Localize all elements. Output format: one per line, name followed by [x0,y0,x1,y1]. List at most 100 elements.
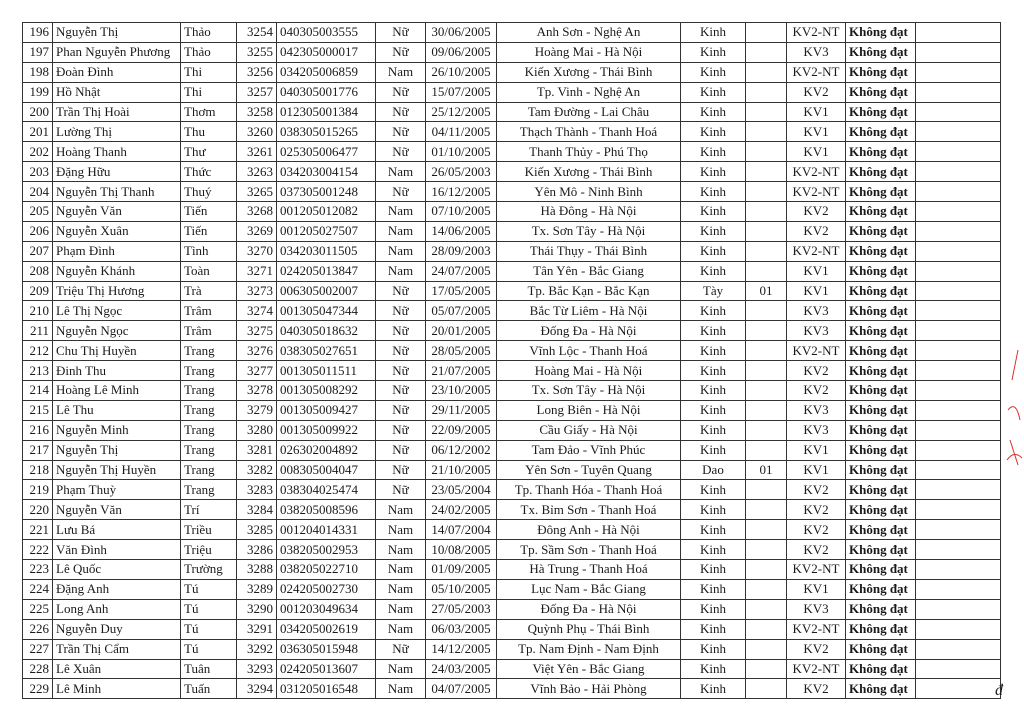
cell-ghi-chu [915,459,1001,481]
cell-cccd: 006305002007 [276,280,376,302]
cell-stt: 218 [22,459,53,481]
cell-gioi-tinh: Nam [375,618,426,640]
cell-dan-toc: Kinh [680,399,746,421]
cell-ghi-chu [915,181,1001,203]
cell-dan-toc: Kinh [680,201,746,222]
cell-ho-dem: Nguyễn Thị Huyền [52,459,181,481]
cell-ngay-sinh: 05/10/2005 [425,578,497,600]
cell-ket-qua: Không đạt [845,578,916,600]
cell-noi-sinh: Việt Yên - Bắc Giang [496,658,681,680]
cell-gioi-tinh: Nữ [375,459,426,481]
cell-sbd: 3284 [236,499,277,521]
cell-ghi-chu [915,519,1001,541]
cell-ghi-chu [915,121,1001,143]
cell-noi-sinh: Hoàng Mai - Hà Nội [496,41,681,63]
cell-noi-sinh: Hà Trung - Thanh Hoá [496,559,681,580]
cell-ghi-chu [915,658,1001,680]
cell-ghi-chu [915,101,1001,123]
cell-doi-tuong [745,598,787,620]
cell-dan-toc: Dao [680,459,746,481]
cell-cccd: 040305018632 [276,320,376,342]
cell-stt: 224 [22,578,53,600]
cell-gioi-tinh: Nữ [375,360,426,382]
cell-cccd: 034205002619 [276,618,376,640]
cell-sbd: 3274 [236,300,277,322]
cell-noi-sinh: Yên Mô - Ninh Bình [496,181,681,203]
cell-dan-toc: Kinh [680,22,746,43]
cell-sbd: 3268 [236,201,277,222]
cell-doi-tuong [745,519,787,541]
cell-ten: Tiến [180,220,237,242]
cell-dan-toc: Tày [680,280,746,302]
cell-noi-sinh: Anh Sơn - Nghệ An [496,22,681,43]
cell-doi-tuong: 01 [745,280,787,302]
cell-ten: Trang [180,340,237,362]
cell-ho-dem: Lê Thị Ngọc [52,300,181,322]
cell-ket-qua: Không đạt [845,360,916,382]
cell-gioi-tinh: Nữ [375,380,426,401]
cell-gioi-tinh: Nữ [375,181,426,203]
cell-dan-toc: Kinh [680,61,746,83]
cell-stt: 205 [22,201,53,222]
cell-stt: 216 [22,419,53,441]
cell-dan-toc: Kinh [680,240,746,262]
cell-dan-toc: Kinh [680,439,746,461]
cell-noi-sinh: Tp. Sầm Sơn - Thanh Hoá [496,539,681,561]
cell-sbd: 3257 [236,81,277,103]
cell-ten: Trang [180,360,237,382]
cell-ho-dem: Nguyễn Duy [52,618,181,640]
cell-dan-toc: Kinh [680,380,746,401]
cell-cccd: 001305009922 [276,419,376,441]
cell-noi-sinh: Vĩnh Bảo - Hải Phòng [496,678,681,700]
table-row: 221 Lưu Bá Triều 3285 001204014331 Nam 14/07/2… [22,519,1001,541]
cell-khu-vuc: KV2 [786,201,846,222]
cell-ngay-sinh: 28/05/2005 [425,340,497,362]
cell-ten: Trang [180,479,237,501]
cell-khu-vuc: KV2 [786,220,846,242]
cell-doi-tuong [745,559,787,580]
cell-ghi-chu [915,539,1001,561]
cell-gioi-tinh: Nữ [375,439,426,461]
table-row: 212 Chu Thị Huyền Trang 3276 038305027651 Nữ 2… [22,340,1001,362]
cell-cccd: 038205002953 [276,539,376,561]
cell-cccd: 001203049634 [276,598,376,620]
cell-gioi-tinh: Nữ [375,300,426,322]
table-row: 207 Phạm Đình Tình 3270 034203011505 Nam 28/09… [22,240,1001,262]
cell-cccd: 038305015265 [276,121,376,143]
cell-stt: 220 [22,499,53,521]
cell-gioi-tinh: Nam [375,519,426,541]
cell-ket-qua: Không đạt [845,419,916,441]
cell-ngay-sinh: 04/07/2005 [425,678,497,700]
table-body: 196 Nguyễn Thị Thảo 3254 040305003555 Nữ 30/06… [22,22,1001,700]
cell-sbd: 3281 [236,439,277,461]
cell-khu-vuc: KV1 [786,459,846,481]
cell-ten: Thảo [180,41,237,63]
cell-ten: Trang [180,419,237,441]
cell-sbd: 3270 [236,240,277,262]
cell-sbd: 3285 [236,519,277,541]
cell-khu-vuc: KV1 [786,280,846,302]
cell-cccd: 026302004892 [276,439,376,461]
table-row: 200 Trần Thị Hoài Thơm 3258 012305001384 Nữ 25… [22,101,1001,123]
cell-ho-dem: Nguyễn Thị Thanh [52,181,181,203]
cell-ngay-sinh: 05/07/2005 [425,300,497,322]
cell-ho-dem: Lường Thị [52,121,181,143]
cell-gioi-tinh: Nam [375,220,426,242]
table-row: 213 Đinh Thu Trang 3277 001305011511 Nữ 21/07/… [22,360,1001,382]
cell-sbd: 3290 [236,598,277,620]
cell-khu-vuc: KV2-NT [786,61,846,83]
cell-ngay-sinh: 06/12/2002 [425,439,497,461]
cell-ket-qua: Không đạt [845,380,916,401]
cell-sbd: 3292 [236,638,277,660]
cell-noi-sinh: Yên Sơn - Tuyên Quang [496,459,681,481]
cell-ngay-sinh: 06/03/2005 [425,618,497,640]
cell-ghi-chu [915,320,1001,342]
cell-ket-qua: Không đạt [845,618,916,640]
cell-ghi-chu [915,399,1001,421]
cell-stt: 199 [22,81,53,103]
cell-stt: 215 [22,399,53,421]
cell-noi-sinh: Tx. Bỉm Sơn - Thanh Hoá [496,499,681,521]
cell-ten: Tiến [180,201,237,222]
cell-noi-sinh: Tam Đảo - Vĩnh Phúc [496,439,681,461]
cell-sbd: 3265 [236,181,277,203]
